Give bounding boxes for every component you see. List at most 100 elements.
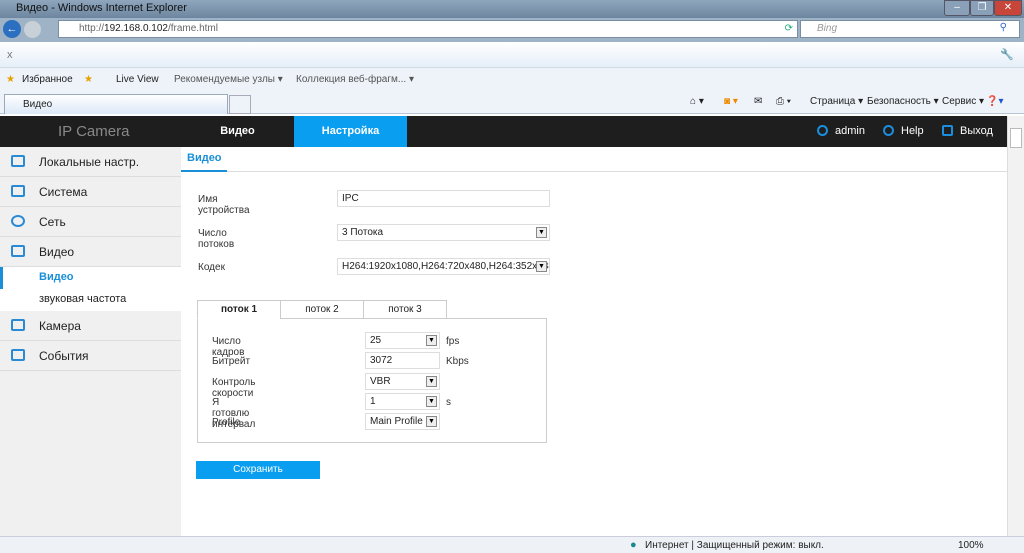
page-menu[interactable]: Страница ▾ <box>810 96 863 107</box>
bitrate-unit: Kbps <box>446 356 469 367</box>
fps-select[interactable]: 25 ▼ <box>365 332 440 349</box>
interval-value: 1 <box>370 396 376 407</box>
fps-label: Число кадров <box>212 336 245 358</box>
rate-control-select[interactable]: VBR ▼ <box>365 373 440 390</box>
codec-select[interactable]: H264:1920x1080,H264:720x480,H264:352x288… <box>337 258 550 275</box>
search-input[interactable]: Bing ⚲ <box>800 20 1020 38</box>
minimize-button[interactable]: – <box>944 0 970 16</box>
sidebar-item-local[interactable]: Локальные настр. <box>0 147 181 177</box>
save-button[interactable]: Сохранить <box>196 461 320 479</box>
device-name-input[interactable]: IPC <box>337 190 550 207</box>
streams-select[interactable]: 3 Потока ▼ <box>337 224 550 241</box>
add-favorite-icon[interactable]: ★ <box>84 74 93 85</box>
bitrate-label: Битрейт <box>212 356 251 367</box>
codec-label: Кодек <box>198 262 225 273</box>
sidebar-label: Сеть <box>39 215 66 229</box>
chevron-down-icon: ▼ <box>426 335 437 346</box>
favorites-star-icon: ★ <box>6 74 15 85</box>
fav-live-view[interactable]: Live View <box>116 74 159 85</box>
chevron-down-icon: ▼ <box>426 396 437 407</box>
wrench-icon[interactable]: 🔧 <box>1000 48 1014 61</box>
browser-tab[interactable]: Видео <box>4 94 228 114</box>
user-icon <box>817 125 828 136</box>
feeds-icon[interactable]: ◙ ▾ <box>724 96 738 107</box>
system-icon <box>11 185 25 197</box>
sidebar-sub-video[interactable]: Видео <box>0 267 181 289</box>
interval-select[interactable]: 1 ▼ <box>365 393 440 410</box>
nav-tab-video[interactable]: Видео <box>181 116 294 147</box>
status-bar: ● Интернет | Защищенный режим: выкл. 100… <box>0 536 1024 553</box>
top-nav: IP Camera Видео Настройка admin Help Вых… <box>0 116 1007 147</box>
sidebar: Локальные настр. Система Сеть Видео Виде… <box>0 147 181 536</box>
url-path: /frame.html <box>167 23 218 34</box>
scrollbar-thumb[interactable] <box>1010 128 1022 148</box>
help-link[interactable]: Help <box>901 125 924 137</box>
refresh-icon[interactable]: ⟳ <box>785 23 793 34</box>
fav-web-slices[interactable]: Коллекция веб-фрагм... ▾ <box>296 74 414 85</box>
chevron-down-icon: ▼ <box>426 416 437 427</box>
help-icon[interactable]: ❓▾ <box>986 96 1003 107</box>
globe-icon <box>11 215 25 227</box>
window-titlebar: Видео - Windows Internet Explorer – ❐ ✕ <box>0 0 1024 18</box>
close-toolbar-icon[interactable]: x <box>7 49 13 61</box>
favorites-button[interactable]: Избранное <box>22 74 73 85</box>
favorites-bar: ★ Избранное ★ Live View Рекомендуемые уз… <box>0 68 1024 92</box>
section-heading: Видео <box>181 152 227 172</box>
window-title: Видео - Windows Internet Explorer <box>16 2 187 14</box>
home-icon[interactable]: ⌂ ▾ <box>690 96 704 107</box>
search-icon[interactable]: ⚲ <box>1000 22 1007 33</box>
tab-stream-1[interactable]: поток 1 <box>197 300 281 319</box>
back-icon[interactable]: ← <box>3 20 21 38</box>
tab-stream-3[interactable]: поток 3 <box>363 300 447 319</box>
bitrate-input[interactable]: 3072 <box>365 352 440 369</box>
divider <box>181 171 1007 172</box>
sidebar-label: Видео <box>39 245 75 259</box>
search-placeholder: Bing <box>817 23 838 34</box>
logout-icon <box>942 125 953 136</box>
chevron-down-icon: ▼ <box>426 376 437 387</box>
sidebar-item-video[interactable]: Видео <box>0 237 181 267</box>
safety-menu[interactable]: Безопасность ▾ <box>867 96 939 107</box>
close-window-button[interactable]: ✕ <box>994 0 1022 16</box>
url-host: 192.168.0.102 <box>104 23 168 34</box>
sidebar-item-network[interactable]: Сеть <box>0 207 181 237</box>
fps-value: 25 <box>370 335 382 346</box>
fps-unit: fps <box>446 336 460 347</box>
codec-value: H264:1920x1080,H264:720x480,H264:352x288 <box>342 261 550 272</box>
globe-icon: ● <box>630 539 637 551</box>
sidebar-item-camera[interactable]: Камера <box>0 311 181 341</box>
list-icon <box>11 349 25 361</box>
forward-icon[interactable] <box>24 21 41 38</box>
logo: IP Camera <box>58 123 130 140</box>
profile-select[interactable]: Main Profile ▼ <box>365 413 440 430</box>
mail-icon[interactable]: ✉ <box>754 96 762 107</box>
sidebar-label: Система <box>39 185 88 199</box>
sidebar-sub-audio[interactable]: звуковая частота <box>0 289 181 311</box>
streams-label: Число потоков <box>198 228 235 250</box>
help-circle-icon <box>883 125 894 136</box>
print-icon[interactable]: ⎙ ▾ <box>776 96 791 107</box>
toolbar-blank: x 🔧 <box>0 42 1024 68</box>
sidebar-label: Локальные настр. <box>39 155 140 169</box>
url-input[interactable]: http://192.168.0.102/frame.html ⟳ <box>58 20 798 38</box>
zone-status: Интернет | Защищенный режим: выкл. <box>645 540 824 551</box>
image-icon <box>11 319 25 331</box>
nav-tab-settings[interactable]: Настройка <box>294 116 407 147</box>
url-prefix: http:// <box>79 23 105 34</box>
sidebar-item-events[interactable]: События <box>0 341 181 371</box>
user-link[interactable]: admin <box>835 125 865 137</box>
fav-suggested[interactable]: Рекомендуемые узлы ▾ <box>174 74 283 85</box>
sidebar-item-system[interactable]: Система <box>0 177 181 207</box>
device-name-label: Имя устройства <box>198 194 250 216</box>
new-tab-button[interactable] <box>229 95 251 114</box>
restore-button[interactable]: ❐ <box>970 0 994 16</box>
zoom-level[interactable]: 100% <box>958 540 984 551</box>
chevron-down-icon: ▼ <box>536 261 547 272</box>
sidebar-label: Камера <box>39 319 81 333</box>
streams-value: 3 Потока <box>342 227 384 238</box>
video-icon <box>11 245 25 257</box>
logout-link[interactable]: Выход <box>960 125 993 137</box>
tab-stream-2[interactable]: поток 2 <box>280 300 364 319</box>
tools-menu[interactable]: Сервис ▾ <box>942 96 984 107</box>
scrollbar[interactable] <box>1007 116 1024 536</box>
